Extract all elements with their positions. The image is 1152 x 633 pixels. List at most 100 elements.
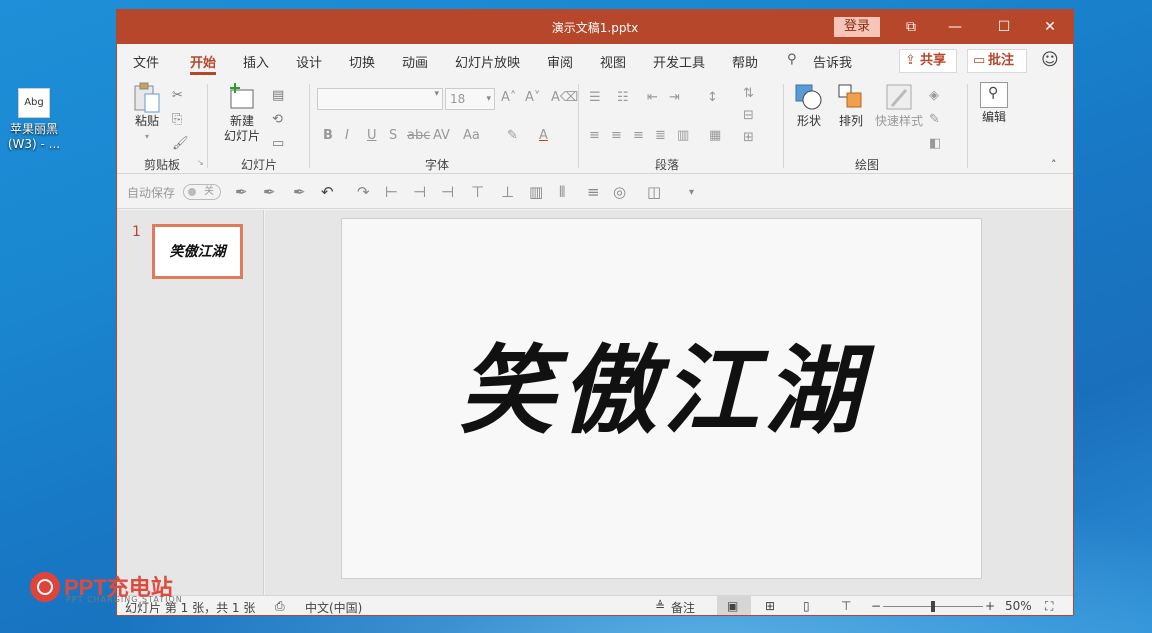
tab-insert[interactable]: 插入 — [243, 52, 269, 71]
change-case-icon[interactable]: Aa — [463, 128, 480, 143]
font-size-box[interactable]: 18 ▾ — [445, 88, 495, 110]
tab-review[interactable]: 审阅 — [547, 52, 573, 71]
section-icon[interactable]: ▭ — [272, 136, 284, 151]
align-right-icon[interactable]: ≡ — [633, 128, 644, 143]
paste-dropdown-icon[interactable]: ▾ — [129, 129, 165, 144]
tab-animations[interactable]: 动画 — [402, 52, 428, 71]
slide-sorter-icon[interactable]: ⊞ — [765, 599, 775, 613]
text-shadow-icon[interactable]: S — [389, 128, 397, 143]
increase-indent-icon[interactable]: ⇥ — [669, 90, 680, 105]
clipboard-launcher-icon[interactable]: ↘ — [197, 158, 204, 167]
shape-outline-icon[interactable]: ✎ — [929, 112, 940, 127]
distribute-vertical-icon[interactable]: ≡ — [587, 183, 600, 201]
strikethrough-icon[interactable]: abc — [407, 128, 430, 143]
align-right-objects-icon[interactable]: ⊣ — [441, 183, 454, 201]
font-name-box[interactable]: ▾ — [317, 88, 443, 110]
login-button[interactable]: 登录 — [834, 17, 880, 37]
highlight-icon[interactable]: ✎ — [507, 128, 518, 143]
justify-icon[interactable]: ≣ — [655, 128, 666, 143]
tab-design[interactable]: 设计 — [296, 52, 322, 71]
bold-icon[interactable]: B — [323, 128, 333, 143]
slideshow-icon[interactable]: ⊤ — [841, 599, 851, 613]
shape-fill-icon[interactable]: ◫ — [647, 183, 661, 201]
numbering-icon[interactable]: ☷ — [617, 90, 629, 105]
align-top-icon[interactable]: ⊤ — [471, 183, 484, 201]
autosave-toggle[interactable]: 关 — [183, 184, 221, 200]
arrange-button[interactable]: 排列 — [833, 82, 869, 129]
close-icon[interactable]: ✕ — [1038, 16, 1062, 38]
layout-icon[interactable]: ▤ — [272, 88, 284, 103]
tell-me-box[interactable]: 告诉我 — [813, 52, 852, 71]
align-center-objects-icon[interactable]: ⊣ — [413, 183, 426, 201]
notes-icon[interactable]: ≜ — [655, 599, 665, 613]
copy-icon[interactable]: ⎘ — [172, 112, 182, 127]
text-direction-icon[interactable]: ⇅ — [743, 86, 754, 101]
search-icon[interactable]: ⚲ — [787, 52, 797, 67]
zoom-slider-thumb[interactable] — [931, 601, 935, 612]
merge-shapes-icon[interactable]: ◎ — [613, 183, 626, 201]
zoom-level[interactable]: 50% — [1005, 599, 1032, 613]
eyedropper-icon[interactable]: ✒ — [293, 183, 306, 201]
distribute-horizontal-icon[interactable]: ⫴ — [559, 183, 565, 201]
font-dropdown-icon[interactable]: ▾ — [434, 89, 439, 99]
ribbon-display-options-icon[interactable]: ⧉ — [899, 16, 923, 38]
decrease-font-icon[interactable]: A˅ — [525, 90, 540, 105]
new-slide-button[interactable]: 新建 幻灯片 — [217, 82, 267, 144]
shape-effects-icon[interactable]: ◧ — [929, 136, 941, 151]
quick-styles-button[interactable]: 快速样式 — [873, 82, 925, 129]
zoom-out-icon[interactable]: − — [871, 599, 881, 613]
distributed-icon[interactable]: ▥ — [677, 128, 689, 143]
tab-file[interactable]: 文件 — [133, 52, 159, 71]
tab-slideshow[interactable]: 幻灯片放映 — [455, 52, 520, 71]
tab-help[interactable]: 帮助 — [732, 52, 758, 71]
zoom-in-icon[interactable]: + — [985, 599, 995, 613]
paste-button[interactable]: 粘贴 ▾ — [129, 82, 165, 144]
format-painter-icon[interactable]: 🖌 — [172, 136, 189, 151]
align-text-icon[interactable]: ⊟ — [743, 108, 754, 123]
clear-format-icon[interactable]: A⌫ — [551, 90, 578, 105]
undo-icon[interactable]: ↶ — [321, 183, 334, 201]
align-bottom-icon[interactable]: ▥ — [529, 183, 543, 201]
notes-button[interactable]: 备注 — [671, 599, 695, 615]
redo-icon[interactable]: ↷ — [357, 183, 370, 201]
collapse-ribbon-icon[interactable]: ˄ — [1051, 158, 1057, 171]
editing-button[interactable]: ⚲ 编辑 — [975, 82, 1013, 125]
font-size-dropdown-icon[interactable]: ▾ — [486, 89, 491, 109]
calligraphy-text[interactable]: 笑傲江湖 — [342, 331, 983, 451]
maximize-icon[interactable]: ☐ — [992, 16, 1016, 38]
tab-home[interactable]: 开始 — [190, 52, 217, 75]
line-spacing-icon[interactable]: ↕ — [707, 90, 718, 105]
align-middle-icon[interactable]: ⊥ — [501, 183, 514, 201]
customize-qat-icon[interactable]: ▾ — [689, 187, 694, 198]
align-left-icon[interactable]: ≡ — [589, 128, 600, 143]
feedback-smile-icon[interactable]: ☺ — [1041, 50, 1059, 70]
cut-icon[interactable]: ✂ — [172, 88, 183, 103]
language-status[interactable]: 中文(中国) — [305, 599, 362, 615]
underline-icon[interactable]: U — [367, 128, 377, 143]
tab-transitions[interactable]: 切换 — [349, 52, 375, 71]
reset-icon[interactable]: ⟲ — [272, 112, 283, 127]
slide-thumbnail[interactable]: 笑傲江湖 — [152, 224, 243, 279]
increase-font-icon[interactable]: A˄ — [501, 90, 516, 105]
italic-icon[interactable]: I — [345, 128, 349, 143]
tab-developer[interactable]: 开发工具 — [653, 52, 705, 71]
decrease-indent-icon[interactable]: ⇤ — [647, 90, 658, 105]
shapes-button[interactable]: 形状 — [791, 82, 827, 129]
font-color-icon[interactable]: A — [539, 128, 548, 143]
smartart-icon[interactable]: ⊞ — [743, 130, 754, 145]
share-button[interactable]: ⇪ 共享 — [899, 49, 957, 73]
comments-button[interactable]: ▭ 批注 — [967, 49, 1027, 73]
desktop-file-icon[interactable]: Abg 苹果丽黑 (W3) - ... — [4, 88, 64, 152]
shape-fill-icon[interactable]: ◈ — [929, 88, 939, 103]
bullets-icon[interactable]: ☰ — [589, 90, 601, 105]
align-center-icon[interactable]: ≡ — [611, 128, 622, 143]
eyedropper-icon[interactable]: ✒ — [235, 183, 248, 201]
accessibility-icon[interactable]: ⎙ — [275, 599, 285, 614]
char-spacing-icon[interactable]: AV — [433, 128, 450, 143]
align-left-objects-icon[interactable]: ⊢ — [385, 183, 398, 201]
reading-view-icon[interactable]: ▯ — [803, 599, 810, 613]
eyedropper-icon[interactable]: ✒ — [263, 183, 276, 201]
minimize-icon[interactable]: — — [943, 16, 967, 38]
fit-to-window-icon[interactable]: ⛶ — [1045, 599, 1053, 614]
columns-icon[interactable]: ▦ — [709, 128, 721, 143]
